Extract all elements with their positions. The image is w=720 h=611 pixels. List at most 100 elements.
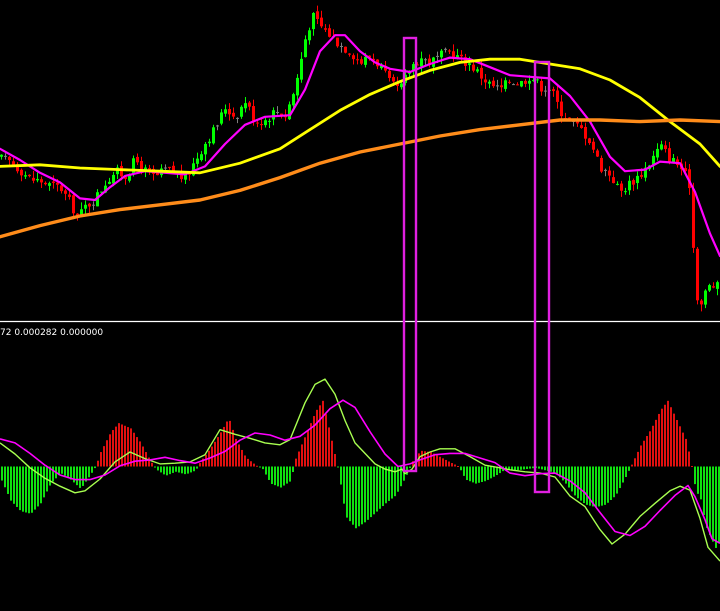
histogram-bar [706,466,708,528]
histogram-bar [283,466,285,486]
histogram-bar [328,427,330,467]
histogram-bar [577,466,579,499]
histogram-bar [16,466,18,507]
histogram-bar [658,413,660,467]
histogram-bar [694,466,696,485]
histogram-bar [580,466,582,501]
histogram-bar [61,466,63,474]
histogram-bar [331,440,333,467]
histogram-bar [550,466,552,472]
histogram-bar [529,466,531,469]
histogram-bar [91,466,93,473]
histogram-bar [64,466,66,476]
histogram-bar [142,446,144,467]
histogram-bar [4,466,6,488]
histogram-bar [205,454,207,467]
histogram-bar [229,420,231,467]
histogram-bar [154,466,156,468]
histogram-bar [475,466,477,484]
histogram-bar [10,466,12,501]
histogram-bar [196,466,198,469]
histogram-bar [346,466,348,518]
histogram-bar [82,466,84,486]
histogram-bar [439,456,441,467]
histogram-bar [214,441,216,467]
histogram-bar [79,466,81,488]
histogram-bar [715,466,717,548]
histogram-bar [181,466,183,474]
histogram-bar [106,440,108,467]
histogram-bar [640,445,642,467]
histogram-bar [667,400,669,467]
histogram-bar [52,466,54,482]
histogram-bar [436,455,438,467]
histogram-bar [184,466,186,475]
histogram-bar [217,437,219,467]
histogram-bar [190,466,192,473]
histogram-bar [574,466,576,496]
histogram-bar [358,466,360,527]
histogram-bar [460,466,462,471]
histogram-bar [388,466,390,501]
histogram-bar [568,466,570,488]
histogram-bar [286,466,288,484]
histogram-bar [241,449,243,467]
histogram-bar [373,466,375,515]
histogram-bar [487,466,489,480]
histogram-bar [256,465,258,467]
histogram-bar [43,466,45,498]
histogram-bar [220,432,222,467]
histogram-bar [382,466,384,507]
histogram-bar [709,466,711,536]
histogram-bar [112,430,114,467]
histogram-bar [466,466,468,481]
histogram-bar [538,466,540,469]
histogram-bar [280,466,282,488]
histogram-bar [277,466,279,487]
histogram-bar [295,458,297,467]
histogram-bar [343,466,345,504]
histogram-bar [553,466,555,473]
histogram-bar [289,466,291,482]
histogram-bar [1,466,3,481]
histogram-bar [199,463,201,467]
histogram-bar [442,458,444,467]
histogram-bar [469,466,471,482]
histogram-bar [31,466,33,513]
histogram-bar [634,458,636,467]
histogram-bar [682,432,684,467]
histogram-bar [370,466,372,518]
histogram-bar [253,463,255,467]
histogram-bar [544,466,546,471]
histogram-bar [97,460,99,467]
histogram-bar [160,466,162,473]
histogram-bar [307,430,309,467]
histogram-bar [262,466,264,470]
histogram-bar [124,425,126,467]
histogram-bar [628,466,630,471]
histogram-bar [451,463,453,467]
chart-canvas: 72 0.000282 0.000000 [0,0,720,611]
histogram-bar [430,452,432,467]
histogram-bar [166,466,168,476]
histogram-bar [472,466,474,483]
histogram-bar [265,466,267,475]
histogram-bar [244,455,246,467]
histogram-bar [187,466,189,474]
histogram-bar [88,466,90,478]
histogram-bar [595,466,597,508]
histogram-bar [298,451,300,467]
price-candle [336,37,339,48]
histogram-bar [136,437,138,467]
histogram-bar [163,466,165,475]
histogram-bar [232,429,234,467]
histogram-bar [319,405,321,467]
histogram-bar [463,466,465,476]
histogram-bar [175,466,177,472]
histogram-bar [271,466,273,484]
histogram-bar [613,466,615,498]
histogram-bar [610,466,612,500]
histogram-bar [316,409,318,467]
histogram-bar [703,466,705,516]
histogram-bar [517,466,519,471]
